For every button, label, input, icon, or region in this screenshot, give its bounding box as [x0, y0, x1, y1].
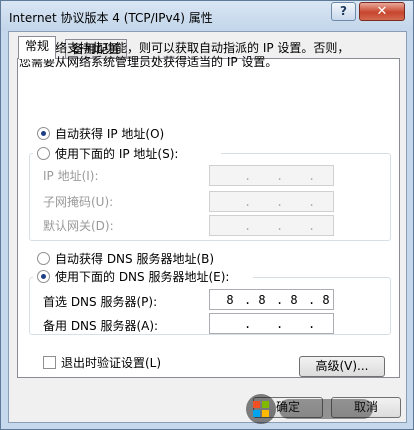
validate-checkbox[interactable]	[43, 356, 56, 369]
tab-general[interactable]: 常规	[18, 36, 57, 59]
subnet-mask-label: 子网掩码(U):	[43, 195, 114, 209]
dns-auto-label[interactable]: 自动获得 DNS 服务器地址(B)	[55, 250, 214, 267]
preferred-dns-octet-4[interactable]: 8	[314, 293, 338, 307]
preferred-dns-octet-2[interactable]: 8	[250, 293, 274, 307]
ip-manual-label[interactable]: 使用下面的 IP 地址(S):	[55, 145, 178, 162]
ip-auto-radio[interactable]	[37, 127, 50, 140]
ip-address-input: . . .	[209, 165, 334, 186]
intro-text: 如果网络支持此功能，则可以获取自动指派的 IP 设置。否则， 您需要从网络系统管…	[19, 41, 389, 69]
dns-auto-radio[interactable]	[37, 252, 50, 265]
dns-manual-legend: 使用下面的 DNS 服务器地址(E):	[33, 268, 253, 284]
ip-auto-label[interactable]: 自动获得 IP 地址(O)	[55, 125, 164, 142]
ip-manual-legend: 使用下面的 IP 地址(S):	[33, 145, 221, 161]
win7-logo-watermark-icon	[246, 394, 373, 424]
preferred-dns-octet-1[interactable]: 8	[218, 293, 242, 307]
help-button[interactable]: ?	[331, 2, 356, 21]
title-bar[interactable]: Internet 协议版本 4 (TCP/IPv4) 属性 ? ✕	[1, 1, 413, 31]
close-icon: ✕	[376, 4, 388, 19]
dns-manual-radio[interactable]	[37, 270, 50, 283]
default-gateway-input: . . .	[209, 215, 334, 236]
validate-label[interactable]: 退出时验证设置(L)	[61, 354, 161, 371]
dns-manual-label[interactable]: 使用下面的 DNS 服务器地址(E):	[55, 268, 229, 285]
ip-manual-radio[interactable]	[37, 147, 50, 160]
dialog-window: Internet 协议版本 4 (TCP/IPv4) 属性 ? ✕ 常规 备用配…	[0, 0, 414, 430]
alternate-dns-label: 备用 DNS 服务器(A):	[43, 319, 159, 333]
subnet-mask-input: . . .	[209, 191, 334, 212]
window-title: Internet 协议版本 4 (TCP/IPv4) 属性	[9, 11, 213, 25]
ip-address-label: IP 地址(I):	[43, 169, 99, 183]
intro-line-1: 如果网络支持此功能，则可以获取自动指派的 IP 设置。否则，	[19, 41, 350, 55]
preferred-dns-octet-3[interactable]: 8	[282, 293, 306, 307]
preferred-dns-label: 首选 DNS 服务器(P):	[43, 295, 158, 309]
preferred-dns-input[interactable]: 8 . 8 . 8 . 8	[209, 289, 334, 310]
intro-line-2: 您需要从网络系统管理员处获得适当的 IP 设置。	[19, 55, 278, 69]
default-gateway-label: 默认网关(D):	[43, 219, 114, 233]
close-button[interactable]: ✕	[359, 2, 405, 21]
advanced-button[interactable]: 高级(V)...	[299, 356, 385, 377]
alternate-dns-input[interactable]: . . .	[209, 313, 334, 334]
